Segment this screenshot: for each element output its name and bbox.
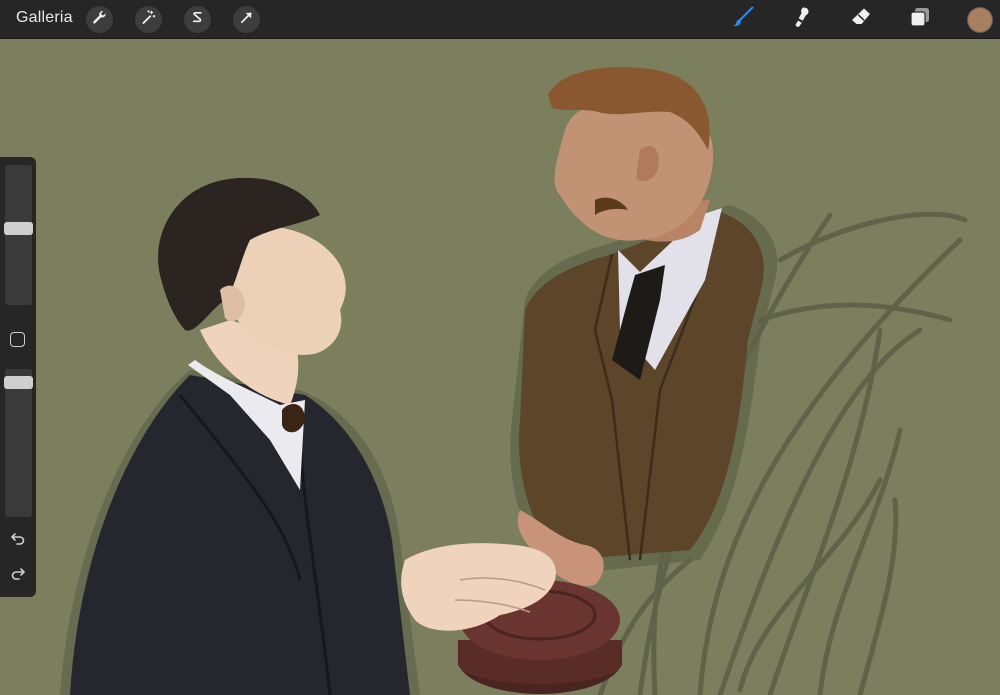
- color-swatch[interactable]: [967, 7, 993, 33]
- drawing-canvas[interactable]: [0, 39, 1000, 695]
- top-toolbar: Galleria: [0, 0, 1000, 39]
- redo-icon: [10, 565, 26, 586]
- selection-button[interactable]: [184, 6, 211, 33]
- layers-icon: [908, 5, 932, 34]
- magic-wand-icon: [140, 9, 157, 31]
- artwork: [0, 39, 1000, 695]
- sidebar: [0, 157, 36, 597]
- selection-s-icon: [189, 9, 206, 31]
- opacity-slider[interactable]: [5, 369, 32, 517]
- procreate-app: Galleria: [0, 0, 1000, 695]
- redo-button[interactable]: [8, 565, 28, 585]
- undo-button[interactable]: [8, 530, 28, 550]
- eraser-icon: [849, 5, 873, 34]
- smudge-icon: [790, 5, 814, 34]
- brush-size-thumb[interactable]: [4, 222, 33, 236]
- layers-button[interactable]: [907, 6, 933, 32]
- smudge-tool-button[interactable]: [789, 6, 815, 32]
- wrench-icon: [91, 9, 108, 31]
- modify-square-icon[interactable]: [10, 332, 25, 347]
- transform-button[interactable]: [233, 6, 260, 33]
- eraser-tool-button[interactable]: [848, 6, 874, 32]
- undo-icon: [10, 530, 26, 551]
- gallery-button[interactable]: Galleria: [16, 9, 73, 27]
- actions-button[interactable]: [86, 6, 113, 33]
- brush-icon: [731, 5, 755, 34]
- adjustments-button[interactable]: [135, 6, 162, 33]
- arrow-cursor-icon: [238, 9, 255, 31]
- opacity-thumb[interactable]: [4, 375, 33, 389]
- brush-tool-button[interactable]: [730, 6, 756, 32]
